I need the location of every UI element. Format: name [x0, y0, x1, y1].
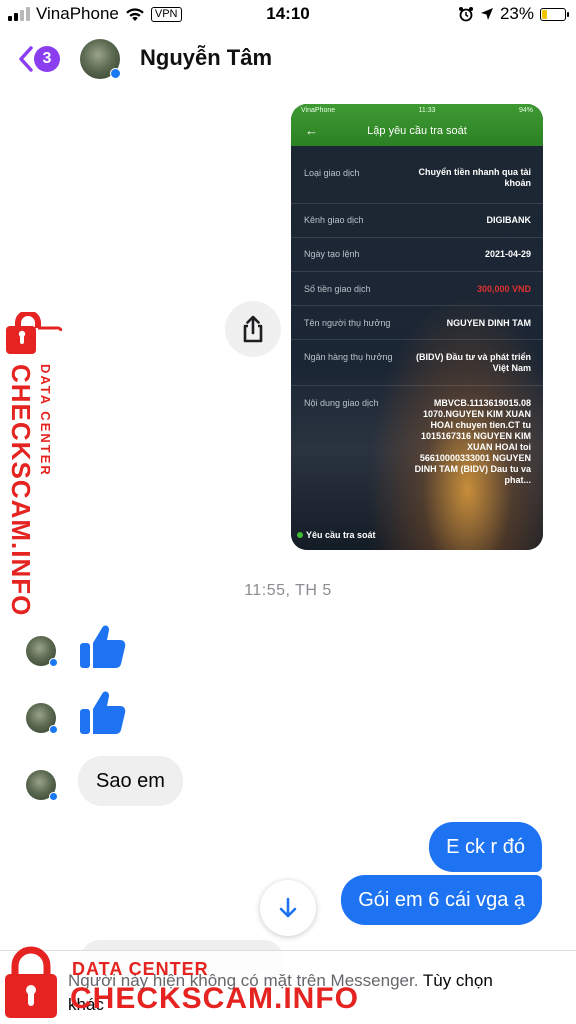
thumbs-up-icon[interactable]	[78, 622, 128, 672]
screenshot-status-bar: VinaPhone 11:33 94%	[301, 107, 533, 114]
scroll-to-bottom-button[interactable]	[260, 880, 316, 936]
active-badge-icon	[110, 68, 121, 79]
detail-value: MBVCB.1113619015.08 1070.NGUYEN KIM XUAN…	[414, 398, 531, 485]
sender-avatar	[26, 770, 58, 801]
detail-label: Ngày tạo lệnh	[304, 249, 360, 259]
detail-value: (BIDV) Đầu tư và phát triển Việt Nam	[415, 352, 531, 373]
detail-row: Nội dung giao dịch MBVCB.1113619015.08 1…	[291, 386, 543, 506]
thumbs-up-icon[interactable]	[78, 688, 128, 738]
detail-value: NGUYEN DINH TAM	[446, 318, 531, 328]
detail-label: Nội dung giao dịch	[304, 398, 379, 408]
screenshot-time: 11:33	[418, 107, 436, 114]
detail-label: Ngân hàng thụ hưởng	[304, 352, 393, 362]
messenger-conversation: VinaPhone VPN 14:10 23% 3 Nguyễn Tâm Vin…	[0, 0, 576, 1024]
detail-row: Tên người thụ hưởng NGUYEN DINH TAM	[291, 306, 543, 340]
detail-label: Loại giao dịch	[304, 168, 360, 178]
image-message[interactable]: VinaPhone 11:33 94% ← Lập yêu cầu tra so…	[291, 104, 543, 550]
location-icon	[480, 8, 493, 20]
composer-area: Người này hiện không có mặt trên Messeng…	[0, 950, 576, 1024]
detail-label: Số tiền giao dịch	[304, 284, 371, 294]
arrow-down-icon	[279, 897, 297, 918]
alarm-icon	[458, 7, 473, 22]
sender-avatar	[26, 703, 58, 734]
screenshot-header: VinaPhone 11:33 94% ← Lập yêu cầu tra so…	[291, 104, 543, 146]
screenshot-carrier: VinaPhone	[301, 107, 336, 114]
screenshot-battery: 94%	[518, 107, 533, 114]
battery-percent: 23%	[499, 4, 534, 23]
battery-icon	[540, 7, 569, 21]
status-dot-icon	[297, 532, 303, 538]
unread-count-badge: 3	[34, 46, 60, 72]
outgoing-message[interactable]: E ck r đó	[429, 822, 542, 872]
detail-label: Kênh giao dịch	[304, 215, 364, 225]
share-icon	[243, 315, 263, 343]
notice-text: Người này hiện không có mặt trên Messeng…	[68, 971, 419, 990]
detail-value: 300,000 VND	[476, 284, 531, 294]
watermark-main-text: CHECKSCAM.INFO	[6, 364, 36, 617]
detail-value: 2021-04-29	[484, 249, 531, 259]
outgoing-message[interactable]: Gói em 6 cái vga ạ	[341, 875, 542, 925]
contact-name[interactable]: Nguyễn Tâm	[140, 45, 272, 71]
detail-value: DIGIBANK	[486, 215, 532, 225]
active-badge-icon	[49, 792, 58, 801]
active-badge-icon	[49, 658, 58, 667]
status-right: 23%	[458, 4, 569, 24]
screenshot-body: Loại giao dịch Chuyển tiền nhanh qua tài…	[291, 146, 543, 550]
screenshot-title: Lập yêu cầu tra soát	[367, 125, 467, 137]
contact-avatar[interactable]	[80, 39, 121, 79]
watermark-vertical: CHECKSCAM.INFO DATA CENTER	[2, 312, 64, 616]
detail-row: Kênh giao dịch DIGIBANK	[291, 204, 543, 238]
share-button[interactable]	[225, 301, 281, 357]
detail-row: Số tiền giao dịch 300,000 VND	[291, 272, 543, 306]
back-button[interactable]: 3	[16, 44, 60, 74]
detail-row: Ngân hàng thụ hưởng (BIDV) Đầu tư và phá…	[291, 340, 543, 386]
incoming-message[interactable]: Sao em	[78, 756, 183, 806]
screenshot-footer: Yêu cầu tra soát	[297, 530, 376, 540]
detail-label: Tên người thụ hưởng	[304, 318, 391, 328]
watermark-sub-text: DATA CENTER	[38, 364, 53, 477]
message-timestamp: 11:55, TH 5	[244, 582, 332, 599]
screenshot-footer-label: Yêu cầu tra soát	[306, 530, 376, 540]
unavailable-notice: Người này hiện không có mặt trên Messeng…	[68, 969, 528, 1017]
chevron-left-icon	[19, 46, 33, 72]
detail-value: Chuyển tiền nhanh qua tài khoản	[418, 167, 531, 188]
lock-icon	[6, 312, 62, 354]
status-bar: VinaPhone VPN 14:10 23%	[0, 0, 576, 28]
sender-avatar	[26, 636, 58, 667]
detail-row: Ngày tạo lệnh 2021-04-29	[291, 238, 543, 272]
detail-row: Loại giao dịch Chuyển tiền nhanh qua tài…	[291, 154, 543, 204]
active-badge-icon	[49, 725, 58, 734]
conversation-header: 3 Nguyễn Tâm	[0, 30, 576, 90]
